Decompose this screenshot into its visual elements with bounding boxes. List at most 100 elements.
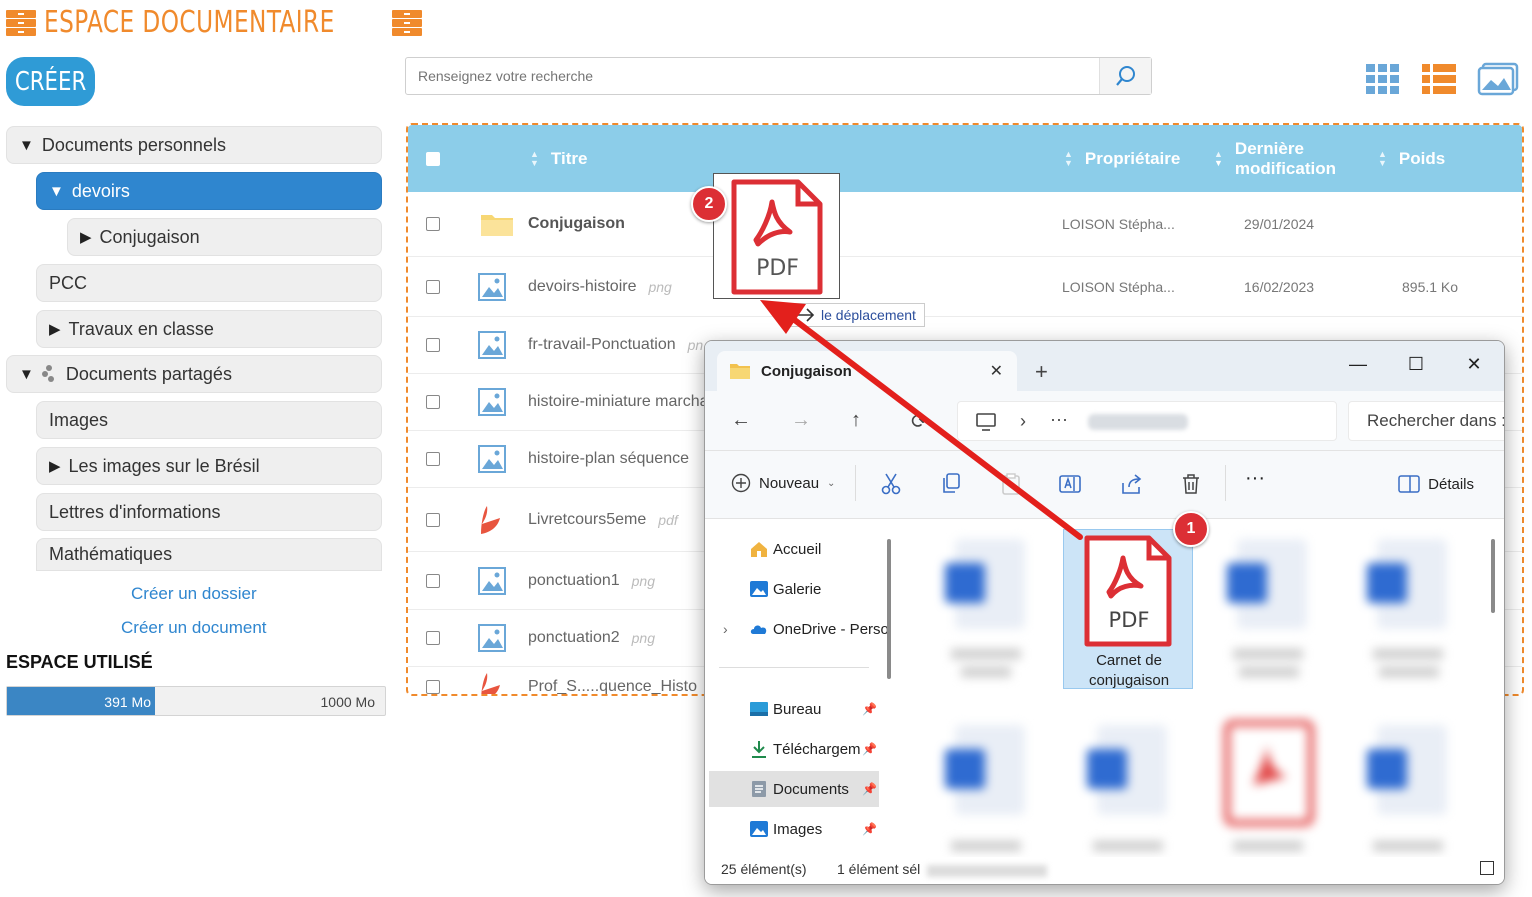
expanded-triangle-icon[interactable]: ▼	[19, 366, 34, 383]
file-name[interactable]: fr-travail-Ponctuation	[528, 336, 676, 354]
cut-icon[interactable]	[881, 473, 901, 495]
file-tile-pdf[interactable]	[1203, 715, 1333, 875]
row-checkbox[interactable]	[426, 573, 440, 588]
expanded-triangle-icon[interactable]: ▼	[49, 183, 64, 200]
nav-scrollbar[interactable]	[887, 539, 891, 679]
file-size: 895.1 Ko	[1402, 278, 1459, 295]
rename-icon[interactable]	[1059, 473, 1081, 495]
row-checkbox[interactable]	[426, 217, 440, 231]
refresh-icon[interactable]: ⟳	[911, 409, 928, 434]
column-modified[interactable]: ▲ ▼ Dernière modification	[1214, 125, 1336, 192]
paste-icon[interactable]	[1001, 473, 1021, 495]
column-title[interactable]: ▲ ▼ Titre	[530, 125, 587, 192]
table-row[interactable]: devoirs-histoire png LOISON Stépha... 16/…	[408, 257, 1522, 317]
table-row[interactable]: Conjugaison LOISON Stépha... 29/01/2024	[408, 192, 1522, 257]
back-arrow-icon[interactable]: ←	[731, 409, 751, 432]
grid-view-button[interactable]	[1364, 62, 1402, 96]
expanded-triangle-icon[interactable]: ▼	[19, 137, 34, 154]
pdf-file-icon	[1224, 720, 1314, 851]
tree-item-conjugaison[interactable]: ▶ Conjugaison	[67, 218, 382, 256]
nav-item-bureau[interactable]: Bureau 📌	[709, 691, 879, 727]
nav-item-documents[interactable]: Documents 📌	[709, 771, 879, 807]
file-name[interactable]: devoirs-histoire	[528, 278, 636, 296]
delete-icon[interactable]	[1181, 473, 1201, 495]
row-checkbox[interactable]	[426, 680, 440, 694]
tree-item-lettres[interactable]: Lettres d'informations	[36, 493, 382, 531]
details-pane-icon	[1398, 475, 1420, 493]
nav-item-images[interactable]: Images 📌	[709, 811, 879, 847]
row-checkbox[interactable]	[426, 338, 440, 352]
copy-icon[interactable]	[941, 473, 961, 495]
details-button[interactable]: Détails	[1398, 475, 1474, 493]
collapsed-triangle-icon[interactable]: ▶	[49, 457, 61, 475]
file-tile-word[interactable]	[1063, 715, 1193, 875]
file-scrollbar[interactable]	[1491, 539, 1495, 613]
create-button[interactable]: CRÉER	[6, 57, 95, 106]
expand-chevron-icon[interactable]: ›	[723, 621, 728, 637]
tree-item-label: Mathématiques	[49, 544, 173, 564]
search-button[interactable]	[1099, 58, 1151, 94]
file-name[interactable]: histoire-plan séquence	[528, 450, 689, 468]
tree-item-documents-partages[interactable]: ▼ Documents partagés	[6, 355, 382, 393]
row-checkbox[interactable]	[426, 279, 440, 294]
create-document-link[interactable]: Créer un document	[121, 618, 267, 638]
collapsed-triangle-icon[interactable]: ▶	[80, 228, 92, 246]
file-tile-carnet-conjugaison[interactable]: PDF Carnet de conjugaison	[1063, 529, 1193, 689]
select-all-checkbox[interactable]	[426, 151, 440, 166]
column-owner[interactable]: ▲ ▼ Propriétaire	[1064, 125, 1180, 192]
file-tile-word[interactable]	[921, 715, 1051, 875]
tree-item-pcc[interactable]: PCC	[36, 264, 382, 302]
tab-conjugaison[interactable]: Conjugaison ✕	[717, 351, 1017, 391]
tree-item-devoirs[interactable]: ▼ devoirs	[36, 172, 382, 210]
pin-icon[interactable]: 📌	[862, 742, 877, 756]
tree-item-images[interactable]: Images	[36, 401, 382, 439]
file-name[interactable]: ponctuation2	[528, 629, 620, 647]
row-checkbox[interactable]	[426, 395, 440, 409]
new-tab-button[interactable]: +	[1035, 359, 1048, 385]
nav-item-onedrive[interactable]: › OneDrive - Perso	[709, 611, 889, 647]
nav-item-accueil[interactable]: Accueil	[709, 531, 879, 567]
forward-arrow-icon[interactable]: →	[791, 409, 811, 432]
pin-icon[interactable]: 📌	[862, 702, 877, 716]
file-tile-word[interactable]	[1343, 715, 1473, 875]
pin-icon[interactable]: 📌	[862, 822, 877, 836]
row-checkbox[interactable]	[426, 512, 440, 527]
tree-item-travaux-en-classe[interactable]: ▶ Travaux en classe	[36, 310, 382, 348]
file-tile-word[interactable]	[921, 529, 1051, 689]
file-tile-word[interactable]	[1343, 529, 1473, 689]
share-icon[interactable]	[1121, 473, 1143, 495]
nav-item-telechargements[interactable]: Téléchargem 📌	[709, 731, 879, 767]
file-name[interactable]: Livretcours5eme	[528, 511, 646, 529]
file-tile-word[interactable]	[1203, 529, 1333, 689]
minimize-button[interactable]: —	[1335, 349, 1381, 379]
column-size[interactable]: ▲ ▼ Poids	[1378, 125, 1445, 192]
new-button[interactable]: Nouveau ⌄	[731, 473, 835, 493]
file-name[interactable]: ponctuation1	[528, 572, 620, 590]
close-window-button[interactable]: ✕	[1451, 349, 1497, 379]
up-arrow-icon[interactable]: ↑	[851, 409, 861, 432]
nav-item-galerie[interactable]: Galerie	[709, 571, 879, 607]
file-name[interactable]: histoire-miniature marcha	[528, 393, 709, 411]
address-bar[interactable]: › ···	[957, 401, 1337, 441]
list-view-button[interactable]	[1420, 62, 1458, 96]
pin-icon[interactable]: 📌	[862, 782, 877, 796]
more-options-icon[interactable]: ···	[1245, 467, 1265, 490]
tree-item-images-bresil[interactable]: ▶ Les images sur le Brésil	[36, 447, 382, 485]
tree-item-mathematiques[interactable]: Mathématiques	[36, 538, 382, 571]
maximize-button[interactable]: ☐	[1393, 349, 1439, 379]
search-input[interactable]	[406, 58, 1098, 94]
file-name[interactable]: Conjugaison	[528, 215, 625, 233]
more-path-icon[interactable]: ···	[1050, 409, 1068, 430]
row-checkbox[interactable]	[426, 631, 440, 645]
tree-item-documents-personnels[interactable]: ▼ Documents personnels	[6, 126, 382, 164]
row-checkbox[interactable]	[426, 452, 440, 466]
close-tab-icon[interactable]: ✕	[990, 361, 1003, 381]
create-folder-link[interactable]: Créer un dossier	[131, 584, 257, 604]
gallery-view-button[interactable]	[1477, 62, 1519, 96]
view-toggle-icon[interactable]	[1480, 861, 1494, 875]
explorer-search[interactable]: Rechercher dans :	[1348, 401, 1504, 441]
chevron-right-icon[interactable]: ›	[1020, 411, 1026, 432]
pictures-icon	[750, 821, 768, 837]
collapsed-triangle-icon[interactable]: ▶	[49, 320, 61, 338]
file-name[interactable]: Prof_S.....quence_Histo	[528, 678, 697, 694]
